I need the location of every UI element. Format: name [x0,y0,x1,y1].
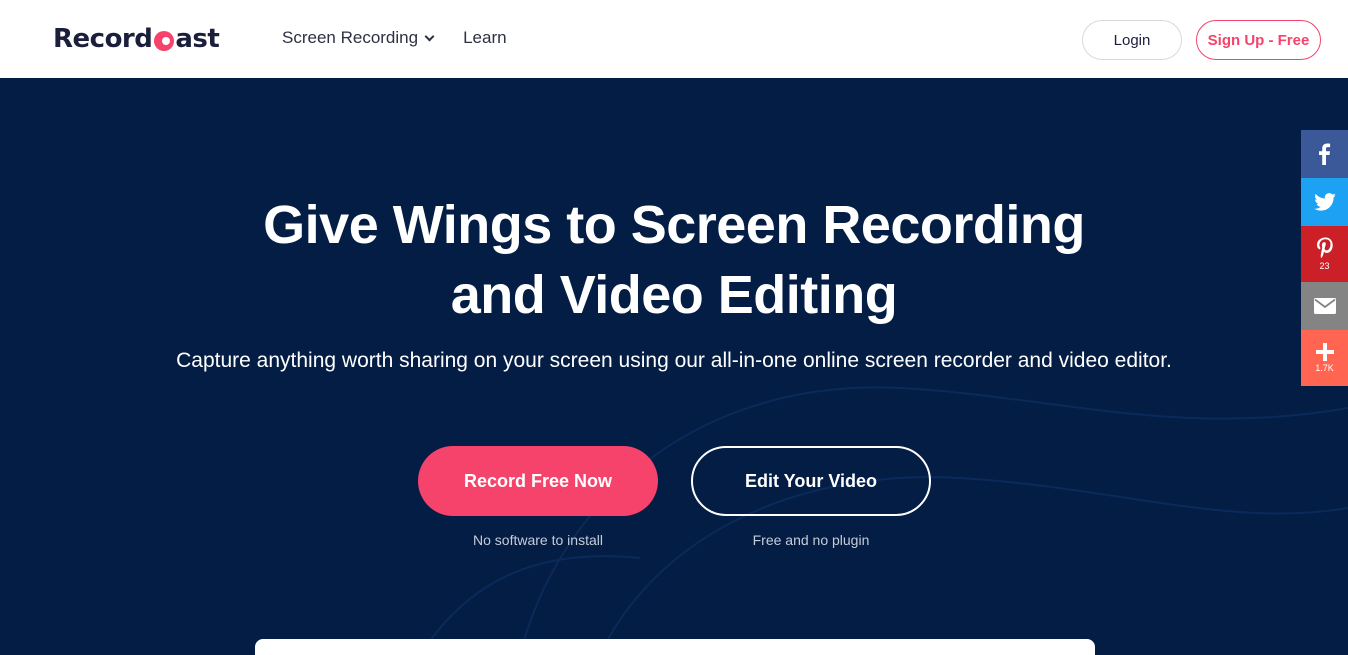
nav-item-learn[interactable]: Learn [463,28,506,48]
facebook-icon [1318,143,1330,165]
preview-card [255,639,1095,655]
nav-item-label: Screen Recording [282,28,419,47]
edit-your-video-button[interactable]: Edit Your Video [691,446,931,516]
share-twitter-button[interactable] [1301,178,1348,226]
logo-text-start: Record [53,24,153,54]
headline-line-1: Give Wings to Screen Recording [263,195,1085,255]
record-free-now-button[interactable]: Record Free Now [418,446,658,516]
hero-headline: Give Wings to Screen Recording and Video… [0,190,1348,330]
logo-record-icon [154,31,175,51]
top-navigation-bar: Record ast Screen Recording Learn Login … [0,0,1348,78]
nav-item-screen-recording[interactable]: Screen Recording [282,28,435,48]
login-button[interactable]: Login [1082,20,1182,60]
hero-subtitle: Capture anything worth sharing on your s… [176,349,1172,372]
share-more-button[interactable]: 1.7K [1301,330,1348,386]
main-nav: Screen Recording Learn [282,28,507,48]
pinterest-icon [1316,237,1333,259]
chevron-down-icon [424,31,435,41]
headline-line-2: and Video Editing [450,265,898,325]
signup-button[interactable]: Sign Up - Free [1196,20,1321,60]
share-email-button[interactable] [1301,282,1348,330]
social-share-bar: 23 1.7K [1301,130,1348,386]
share-facebook-button[interactable] [1301,130,1348,178]
share-pinterest-button[interactable]: 23 [1301,226,1348,282]
nav-item-label: Learn [463,28,507,47]
total-share-count: 1.7K [1315,363,1334,373]
hero-section: Give Wings to Screen Recording and Video… [0,78,1348,655]
pinterest-share-count: 23 [1319,261,1330,271]
edit-button-note: Free and no plugin [752,532,870,548]
record-button-note: No software to install [473,532,603,548]
logo-text-end: ast [175,24,220,54]
plus-icon [1315,343,1334,361]
email-icon [1313,298,1336,314]
recordcast-logo[interactable]: Record ast [53,22,220,56]
twitter-icon [1313,193,1336,211]
